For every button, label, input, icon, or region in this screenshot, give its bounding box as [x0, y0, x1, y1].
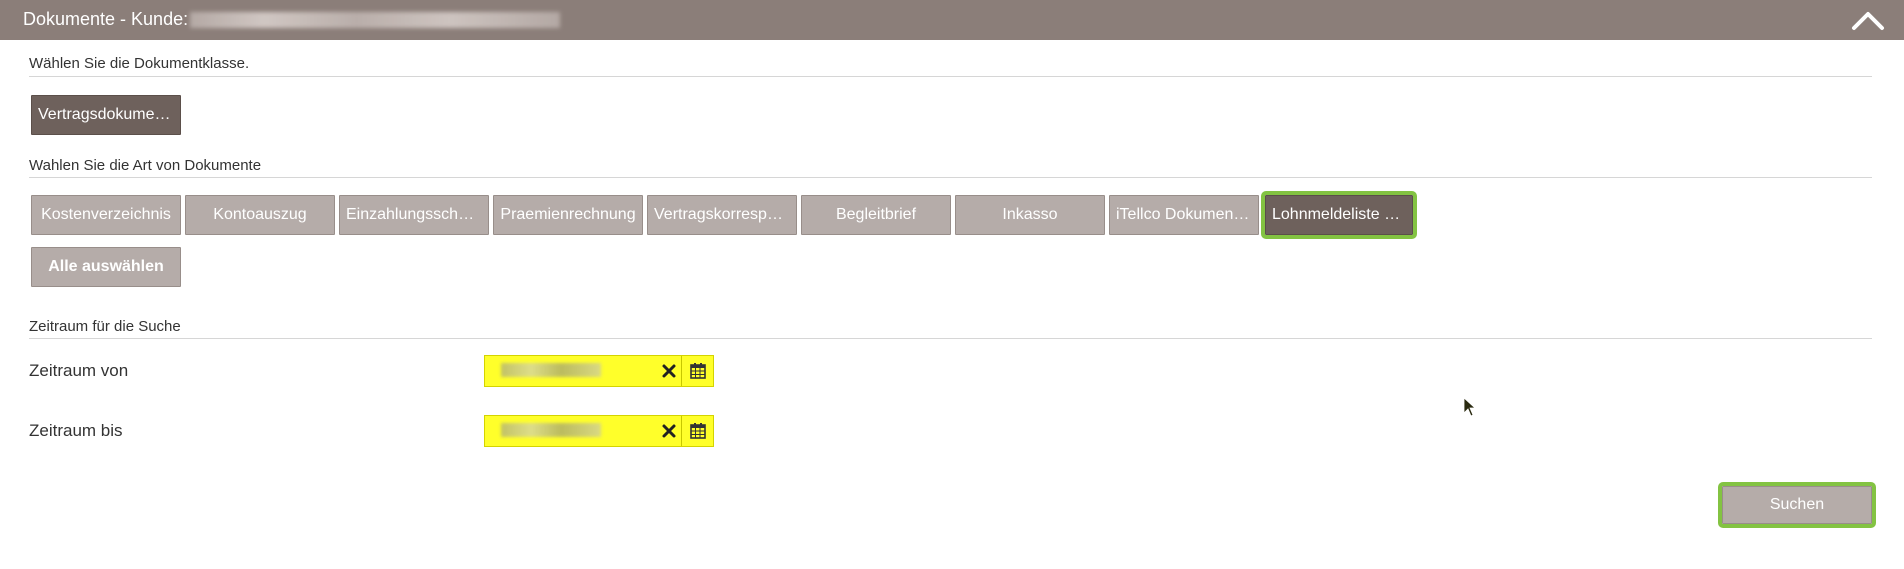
period-from-label: Zeitraum von	[29, 361, 129, 380]
doc-type-praemienrechnung-button[interactable]: Praemienrechnung	[493, 195, 643, 235]
period-to-field	[484, 415, 714, 447]
search-button[interactable]: Suchen	[1718, 482, 1876, 528]
button-label: Kostenverzeichnis	[41, 206, 171, 223]
close-icon[interactable]	[660, 362, 678, 380]
date-value-redacted	[501, 423, 601, 437]
separator	[681, 416, 682, 446]
period-to-label: Zeitraum bis	[29, 421, 123, 440]
period-from-field	[484, 355, 714, 387]
close-icon[interactable]	[660, 422, 678, 440]
doc-type-einzahlungsscheine-button[interactable]: Einzahlungsscheine	[339, 195, 489, 235]
doc-type-inkasso-button[interactable]: Inkasso	[955, 195, 1105, 235]
button-label: Vertragskorrespon...	[654, 206, 796, 223]
doc-type-itellco-dokumente-button[interactable]: iTellco Dokumente...	[1109, 195, 1259, 235]
period-label: Zeitraum für die Suche	[29, 318, 181, 335]
select-all-button[interactable]: Alle auswählen	[31, 247, 181, 287]
button-label: Vertragsdokumente	[38, 106, 177, 123]
doc-type-kontoauszug-button[interactable]: Kontoauszug	[185, 195, 335, 235]
button-label: Kontoauszug	[213, 206, 307, 223]
doc-class-vertragsdokumente-button[interactable]: Vertragsdokumente	[31, 95, 181, 135]
document-class-label: Wählen Sie die Dokumentklasse.	[29, 55, 250, 72]
chevron-up-icon[interactable]	[1848, 6, 1888, 34]
doc-type-begleitbrief-button[interactable]: Begleitbrief	[801, 195, 951, 235]
calendar-icon[interactable]	[689, 362, 707, 380]
customer-name-redacted	[190, 12, 560, 28]
button-label: Lohnmeldeliste Ve...	[1272, 206, 1412, 223]
section-divider	[29, 338, 1872, 339]
section-divider	[29, 76, 1872, 77]
document-type-label: Wahlen Sie die Art von Dokumente	[29, 157, 262, 174]
button-label: Alle auswählen	[48, 258, 164, 275]
button-label: Einzahlungsscheine	[346, 206, 488, 223]
doc-type-kostenverzeichnis-button[interactable]: Kostenverzeichnis	[31, 195, 181, 235]
panel-header: Dokumente - Kunde:	[0, 0, 1904, 40]
section-divider	[29, 177, 1872, 178]
panel-title: Dokumente - Kunde:	[23, 9, 189, 29]
doc-type-lohnmeldeliste-button[interactable]: Lohnmeldeliste Ve...	[1261, 191, 1417, 239]
button-label: Begleitbrief	[835, 206, 917, 223]
button-label: Inkasso	[1002, 206, 1058, 223]
button-label: Suchen	[1769, 496, 1825, 513]
date-value-redacted	[501, 363, 601, 377]
calendar-icon[interactable]	[689, 422, 707, 440]
mouse-cursor-icon	[1463, 397, 1477, 417]
doc-type-vertragskorrespondenz-button[interactable]: Vertragskorrespon...	[647, 195, 797, 235]
separator	[681, 356, 682, 386]
button-label: iTellco Dokumente...	[1116, 206, 1258, 223]
button-label: Praemienrechnung	[500, 206, 636, 223]
